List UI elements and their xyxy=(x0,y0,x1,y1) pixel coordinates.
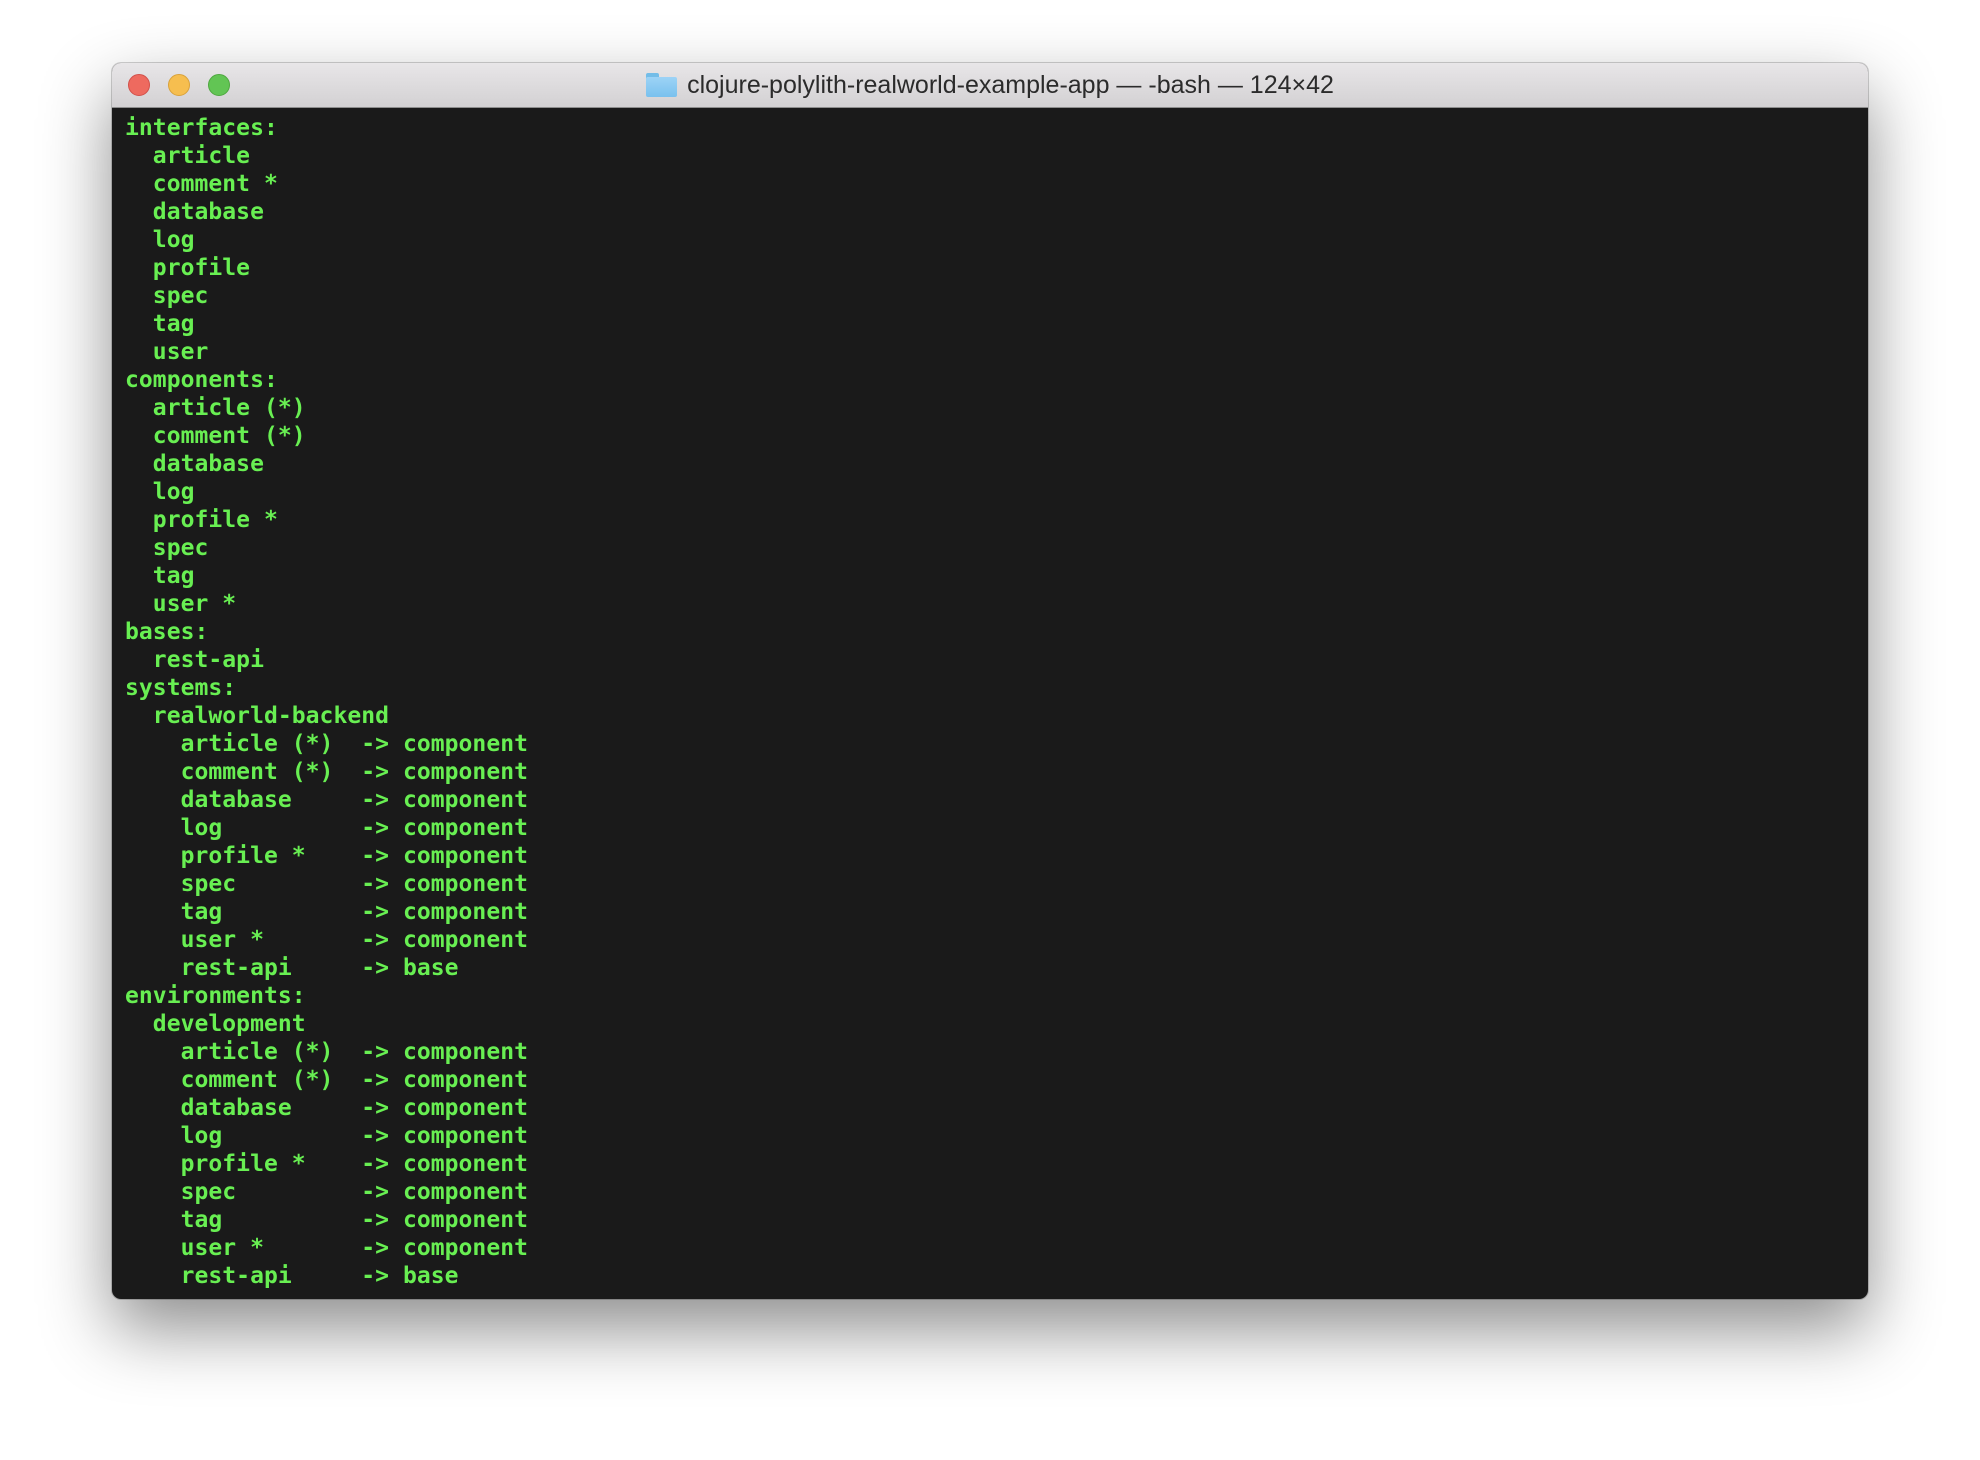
terminal-line: rest-api -> base xyxy=(125,955,459,981)
terminal-line: tag xyxy=(125,311,195,337)
terminal-line: comment (*) -> component xyxy=(125,759,529,785)
terminal-line: log -> component xyxy=(125,815,529,841)
terminal-line: article (*) -> component xyxy=(125,1039,529,1065)
terminal-line: realworld-backend xyxy=(125,703,390,729)
terminal-line: database xyxy=(125,451,264,477)
terminal-line: tag -> component xyxy=(125,1207,529,1233)
terminal-line: spec xyxy=(125,283,209,309)
terminal-line: profile * -> component xyxy=(125,1151,529,1177)
terminal-line: comment (*) xyxy=(125,423,306,449)
terminal-line: article (*) xyxy=(125,395,306,421)
terminal-line: comment (*) -> component xyxy=(125,1067,529,1093)
terminal-line: user * -> component xyxy=(125,927,529,953)
terminal-line: spec xyxy=(125,535,209,561)
window-title: clojure-polylith-realworld-example-app —… xyxy=(687,70,1334,99)
terminal-line: components: xyxy=(125,367,278,393)
terminal-output[interactable]: interfaces: article comment * database l… xyxy=(112,108,1868,1299)
terminal-line: article (*) -> component xyxy=(125,731,529,757)
terminal-line: development xyxy=(125,1011,306,1037)
terminal-line: database -> component xyxy=(125,1095,529,1121)
terminal-line: profile * -> component xyxy=(125,843,529,869)
title-bar[interactable]: clojure-polylith-realworld-example-app —… xyxy=(112,63,1868,108)
terminal-line: comment * xyxy=(125,171,278,197)
terminal-window: clojure-polylith-realworld-example-app —… xyxy=(112,63,1868,1299)
terminal-line: user * -> component xyxy=(125,1235,529,1261)
terminal-line: profile * xyxy=(125,507,278,533)
terminal-line: systems: xyxy=(125,675,237,701)
terminal-line: article xyxy=(125,143,251,169)
terminal-line: log xyxy=(125,227,195,253)
terminal-line: tag -> component xyxy=(125,899,529,925)
window-title-container: clojure-polylith-realworld-example-app —… xyxy=(112,63,1868,107)
folder-icon xyxy=(646,73,678,97)
terminal-line: user xyxy=(125,339,209,365)
terminal-line: spec -> component xyxy=(125,871,529,897)
terminal-line: database xyxy=(125,199,264,225)
terminal-line: bases: xyxy=(125,619,209,645)
terminal-line: environments: xyxy=(125,983,306,1009)
terminal-line: spec -> component xyxy=(125,1179,529,1205)
terminal-line: log -> component xyxy=(125,1123,529,1149)
terminal-line: profile xyxy=(125,255,251,281)
terminal-line: rest-api -> base xyxy=(125,1263,459,1289)
terminal-line: database -> component xyxy=(125,787,529,813)
terminal-line: log xyxy=(125,479,195,505)
terminal-line: interfaces: xyxy=(125,115,278,141)
terminal-line: tag xyxy=(125,563,195,589)
terminal-line: rest-api xyxy=(125,647,264,673)
terminal-line: user * xyxy=(125,591,237,617)
